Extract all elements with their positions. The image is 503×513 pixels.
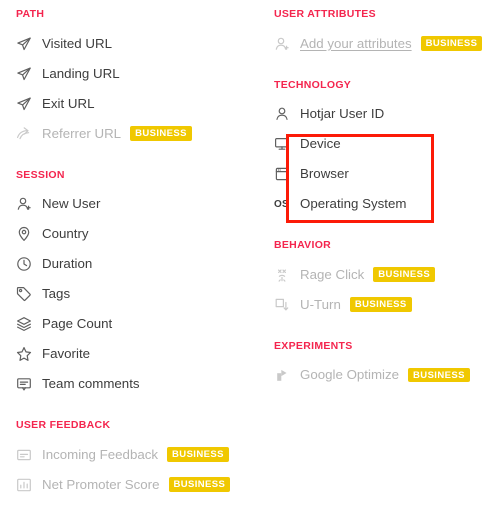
list-item[interactable]: Landing URL: [16, 59, 268, 89]
list-item-label: Google Optimize: [300, 367, 400, 383]
business-badge: BUSINESS: [349, 297, 412, 312]
section-title: SESSION: [16, 168, 65, 181]
send-arrow-icon: [16, 95, 42, 113]
business-badge: BUSINESS: [408, 367, 470, 383]
business-badge: BUSINESS: [168, 477, 231, 492]
section: TECHNOLOGY Hotjar User ID Device Browser OS O…: [274, 78, 503, 220]
section: BEHAVIOR Rage Click BUSINESS U-Turn BUSINESS: [274, 240, 503, 320]
curved-arrow-icon: [16, 125, 42, 143]
send-arrow-icon: [16, 35, 42, 53]
section-title: USER FEEDBACK: [16, 419, 111, 431]
business-badge: BUSINESS: [130, 126, 192, 141]
user-plus-icon: [274, 35, 300, 53]
list-item-label: Hotjar User ID: [300, 106, 385, 122]
section-title: EXPERIMENTS: [274, 339, 353, 352]
section-title: USER ATTRIBUTES: [274, 8, 376, 20]
list-item-label: Incoming Feedback: [42, 446, 159, 462]
clock-icon: [16, 255, 42, 273]
section: USER FEEDBACK Incoming Feedback BUSINESS Ne…: [16, 420, 268, 500]
list-item[interactable]: Net Promoter Score BUSINESS: [16, 470, 268, 500]
business-badge: BUSINESS: [420, 36, 483, 51]
star-icon: [16, 345, 42, 363]
list-item-label: Rage Click: [300, 266, 365, 282]
list-item-label: New User: [42, 196, 101, 212]
location-pin-icon: [16, 225, 42, 243]
section-title: PATH: [16, 8, 45, 20]
list-item-label: Visited URL: [42, 35, 112, 51]
list-item-label: Device: [300, 136, 341, 152]
attributes-panel: PATH Visited URL Landing URL Exit URL Referr…: [0, 0, 503, 513]
bar-chart-icon: [16, 476, 42, 494]
list-item[interactable]: Referrer URL BUSINESS: [16, 119, 268, 149]
list-item-label: Country: [42, 226, 89, 242]
user-icon: [274, 105, 300, 123]
list-item[interactable]: U-Turn BUSINESS: [274, 290, 503, 320]
left-column: PATH Visited URL Landing URL Exit URL Referr…: [0, 0, 268, 500]
browser-icon: [274, 165, 300, 183]
section: EXPERIMENTS Google Optimize BUSINESS: [274, 339, 503, 391]
list-item-label: Net Promoter Score: [42, 476, 160, 492]
layers-icon: [16, 315, 42, 333]
list-item-label: Tags: [42, 286, 71, 302]
list-item[interactable]: Favorite: [16, 339, 268, 369]
google-optimize-icon: [274, 366, 300, 384]
list-item-label: Exit URL: [42, 95, 95, 111]
list-item[interactable]: Team comments: [16, 369, 268, 399]
list-item-label: Page Count: [42, 316, 113, 332]
section: USER ATTRIBUTES Add your attributes BUSINE…: [274, 9, 503, 59]
list-item-label: Favorite: [42, 346, 91, 362]
list-item[interactable]: OS Operating System: [274, 189, 503, 219]
list-item[interactable]: Device: [274, 129, 503, 159]
list-item-label[interactable]: Add your attributes: [300, 37, 412, 51]
list-item[interactable]: Exit URL: [16, 89, 268, 119]
list-item[interactable]: Duration: [16, 249, 268, 279]
list-item-label: U-Turn: [300, 296, 341, 312]
list-item[interactable]: Rage Click BUSINESS: [274, 260, 503, 290]
list-item[interactable]: Google Optimize BUSINESS: [274, 360, 503, 390]
list-item[interactable]: Tags: [16, 279, 268, 309]
list-item[interactable]: Hotjar User ID: [274, 99, 503, 129]
list-item-label: Operating System: [300, 196, 407, 212]
rage-click-icon: [274, 266, 300, 284]
list-item-label: Landing URL: [42, 65, 120, 81]
list-item[interactable]: New User: [16, 189, 268, 219]
list-item[interactable]: Incoming Feedback BUSINESS: [16, 440, 268, 470]
list-item-label: Team comments: [42, 376, 140, 392]
list-item-label: Referrer URL: [42, 125, 122, 141]
send-arrow-icon: [16, 65, 42, 83]
list-item-label: Browser: [300, 166, 349, 182]
tag-icon: [16, 285, 42, 303]
list-item[interactable]: Country: [16, 219, 268, 249]
business-badge: BUSINESS: [373, 267, 436, 282]
section-title: TECHNOLOGY: [274, 78, 352, 91]
section-title: BEHAVIOR: [274, 239, 332, 251]
list-item[interactable]: Page Count: [16, 309, 268, 339]
list-item[interactable]: Add your attributes BUSINESS: [274, 29, 503, 59]
list-item-label: Duration: [42, 256, 93, 272]
os-text-icon: OS: [274, 198, 289, 210]
list-item[interactable]: Browser: [274, 159, 503, 189]
u-turn-icon: [274, 296, 300, 314]
business-badge: BUSINESS: [167, 447, 229, 462]
section: PATH Visited URL Landing URL Exit URL Referr…: [16, 9, 268, 149]
monitor-icon: [274, 135, 300, 153]
section: SESSION New User Country Duration Tags Page C…: [16, 168, 268, 400]
list-item[interactable]: Visited URL: [16, 29, 268, 59]
comment-icon: [16, 375, 42, 393]
right-column: USER ATTRIBUTES Add your attributes BUSINE…: [268, 0, 503, 390]
user-plus-icon: [16, 195, 42, 213]
feedback-box-icon: [16, 446, 42, 464]
